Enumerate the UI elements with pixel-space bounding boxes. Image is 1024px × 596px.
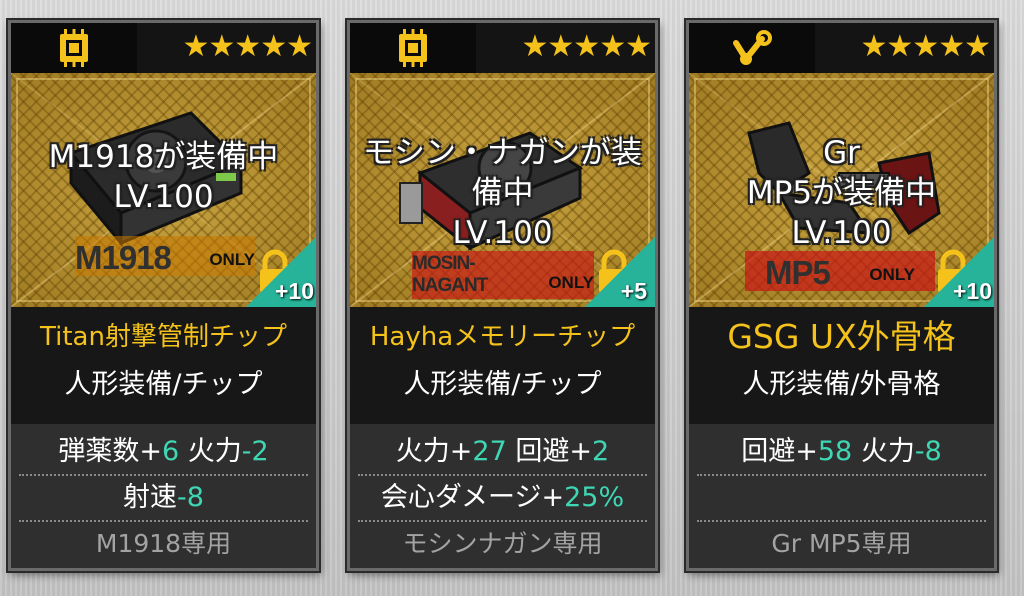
equipment-art: Gr MP5が装備中 LV.100 MP5 ONLY +10 <box>689 73 994 307</box>
exoskeleton-icon <box>733 30 772 65</box>
equipped-by-label-cont: MP5が装備中 <box>746 175 937 211</box>
equipped-by-label: モシン・ナガンが装 <box>363 135 642 171</box>
stat-row: 弾薬数+6 火力-2 <box>11 430 316 474</box>
stat-row: 火力+27 回避+2 <box>350 430 655 474</box>
dotted-divider <box>697 520 986 522</box>
name-panel: GSG UX外骨格 人形装備/外骨格 <box>689 307 994 424</box>
exclusive-label: M1918専用 <box>95 529 232 558</box>
card-header: ★★★★★ <box>689 23 994 73</box>
item-name: GSG UX外骨格 <box>727 317 956 356</box>
equipped-by-label-cont: 備中 <box>471 175 534 211</box>
rarity-stars: ★★★★★ <box>860 29 991 64</box>
stat-value: -8 <box>177 482 204 513</box>
exclusive-tag-name: M1918 <box>75 239 172 276</box>
equipped-by-label: Gr <box>823 135 860 171</box>
stat-value: 25% <box>564 482 625 513</box>
chip-icon <box>399 29 427 67</box>
item-name: Hayhaメモリーチップ <box>369 322 636 352</box>
stat-label: 会心ダメージ+ <box>380 482 565 513</box>
stat-row: 回避+58 火力-8 <box>689 430 994 474</box>
item-type: 人形装備/チップ <box>403 369 602 400</box>
equipment-art: M1918が装備中 LV.100 M1918 ONLY +10 <box>11 73 316 307</box>
exclusive-tag-name: MOSIN- <box>412 253 476 274</box>
item-type: 人形装備/チップ <box>64 369 263 400</box>
exclusive-tag: MP5 ONLY <box>745 251 935 291</box>
exclusive-label: Gr MP5専用 <box>771 529 912 558</box>
exclusive-tag-name: NAGANT <box>412 275 488 296</box>
stat-label: 火力 <box>860 436 915 467</box>
enhance-level: +5 <box>620 278 647 304</box>
item-name: Titan射撃管制チップ <box>40 322 287 352</box>
stat-value: -8 <box>914 436 942 467</box>
dotted-divider <box>358 520 647 522</box>
equipment-card-hayha[interactable]: ★★★★★ モシン・ナガンが装 備中 LV.100 MOSIN- NAGANT … <box>347 20 658 571</box>
equipment-card-titan[interactable]: ★★★★★ M1918が装備中 LV.100 M1918 ONLY +10 Ti… <box>8 20 319 571</box>
dotted-divider <box>697 474 986 476</box>
enhance-level: +10 <box>274 278 314 304</box>
stat-value: 6 <box>161 436 180 467</box>
equip-type-box <box>689 23 815 73</box>
stat-value: 27 <box>472 436 507 467</box>
enhance-level: +10 <box>952 278 992 304</box>
exclusive-tag: M1918 ONLY <box>75 236 255 276</box>
rarity-stars: ★★★★★ <box>182 29 313 64</box>
exclusive-label: モシンナガン専用 <box>402 529 603 558</box>
stat-label: 火力 <box>187 436 242 467</box>
stat-label: 回避+ <box>515 436 592 467</box>
stat-row: 会心ダメージ+25% <box>350 476 655 520</box>
name-panel: Titan射撃管制チップ 人形装備/チップ <box>11 307 316 424</box>
card-header: ★★★★★ <box>11 23 316 73</box>
stat-label: 弾薬数+ <box>58 436 162 467</box>
stat-value: 58 <box>817 436 853 467</box>
stat-row: 射速-8 <box>11 476 316 520</box>
stat-label: 火力+ <box>395 436 473 467</box>
exclusive-tag-only: ONLY <box>869 265 915 284</box>
stat-label: 回避+ <box>741 436 818 467</box>
stat-value: -2 <box>241 436 269 467</box>
stats-panel: 火力+27 回避+2 会心ダメージ+25% モシンナガン専用 <box>350 424 655 568</box>
exclusive-tag-name: MP5 <box>765 254 831 291</box>
equipment-card-gsg[interactable]: ★★★★★ Gr MP5が装備中 LV.100 MP5 ONLY +10 GSG… <box>686 20 997 571</box>
equip-type-box <box>350 23 476 73</box>
exclusive-tag: MOSIN- NAGANT ONLY <box>412 251 594 299</box>
name-panel: Hayhaメモリーチップ 人形装備/チップ <box>350 307 655 424</box>
equipped-level-label: LV.100 <box>113 179 214 215</box>
stat-value: 2 <box>592 436 610 467</box>
stat-label: 射速 <box>123 482 178 513</box>
equipment-art: モシン・ナガンが装 備中 LV.100 MOSIN- NAGANT ONLY +… <box>350 73 655 307</box>
item-type: 人形装備/外骨格 <box>742 369 941 400</box>
equip-type-box <box>11 23 137 73</box>
rarity-stars: ★★★★★ <box>521 29 652 64</box>
dotted-divider <box>19 520 308 522</box>
chip-icon <box>60 29 88 67</box>
stats-panel: 弾薬数+6 火力-2 射速-8 M1918専用 <box>11 424 316 568</box>
card-header: ★★★★★ <box>350 23 655 73</box>
stats-panel: 回避+58 火力-8 Gr MP5専用 <box>689 424 994 568</box>
equipped-by-label: M1918が装備中 <box>48 139 279 175</box>
